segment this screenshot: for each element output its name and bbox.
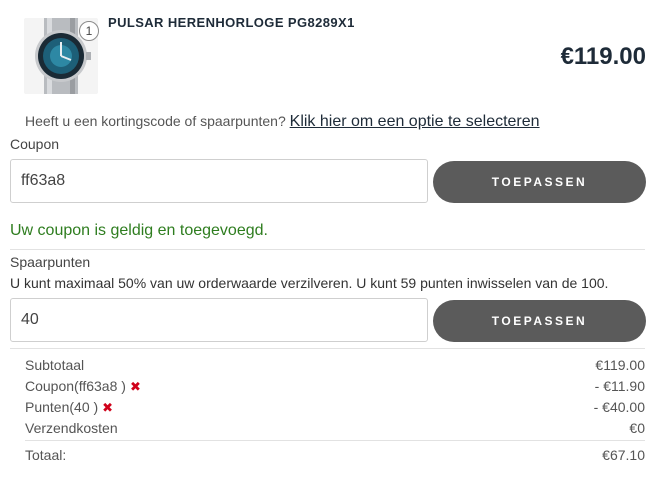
coupon-success-message: Uw coupon is geldig en toegevoegd. (10, 222, 268, 239)
coupon-row: Coupon(ff63a8 ) ✖ - €11.90 (25, 378, 645, 398)
coupon-input[interactable]: ff63a8 (10, 159, 428, 203)
total-label: Totaal: (25, 447, 67, 463)
apply-coupon-button[interactable]: TOEPASSEN (433, 161, 646, 203)
points-info: U kunt maximaal 50% van uw orderwaarde v… (10, 275, 609, 291)
quantity-badge: 1 (79, 21, 99, 41)
discount-prompt-text: Heeft u een kortingscode of spaarpunten? (25, 113, 286, 129)
coupon-summary-label: Coupon(ff63a8 ) (25, 378, 126, 394)
coupon-label: Coupon (10, 136, 60, 152)
total-row: Totaal: €67.10 (25, 447, 645, 467)
remove-coupon-icon[interactable]: ✖ (130, 379, 141, 394)
product-title: PULSAR HERENHORLOGE PG8289X1 (108, 15, 355, 30)
subtotal-value: €119.00 (595, 357, 645, 373)
total-value: €67.10 (602, 447, 645, 463)
product-price: €119.00 (560, 43, 646, 70)
points-label: Spaarpunten (10, 254, 91, 270)
subtotal-row: Subtotaal €119.00 (25, 357, 645, 377)
subtotal-label: Subtotaal (25, 357, 85, 373)
points-input[interactable]: 40 (10, 298, 428, 342)
select-option-link[interactable]: Klik hier om een optie te selecteren (290, 113, 540, 130)
divider (25, 440, 645, 441)
divider (10, 249, 645, 250)
discount-prompt: Heeft u een kortingscode of spaarpunten?… (25, 113, 540, 131)
points-summary-value: - €40.00 (593, 399, 645, 415)
shipping-value: €0 (629, 420, 645, 436)
divider (10, 348, 645, 349)
points-row: Punten(40 ) ✖ - €40.00 (25, 399, 645, 419)
remove-points-icon[interactable]: ✖ (102, 400, 113, 415)
apply-points-button[interactable]: TOEPASSEN (433, 300, 646, 342)
shipping-label: Verzendkosten (25, 420, 118, 436)
product-summary: 1 PULSAR HERENHORLOGE PG8289X1 €119.00 (24, 15, 667, 98)
coupon-summary-value: - €11.90 (594, 378, 645, 394)
points-summary-label: Punten(40 ) (25, 399, 99, 415)
shipping-row: Verzendkosten €0 (25, 420, 645, 440)
